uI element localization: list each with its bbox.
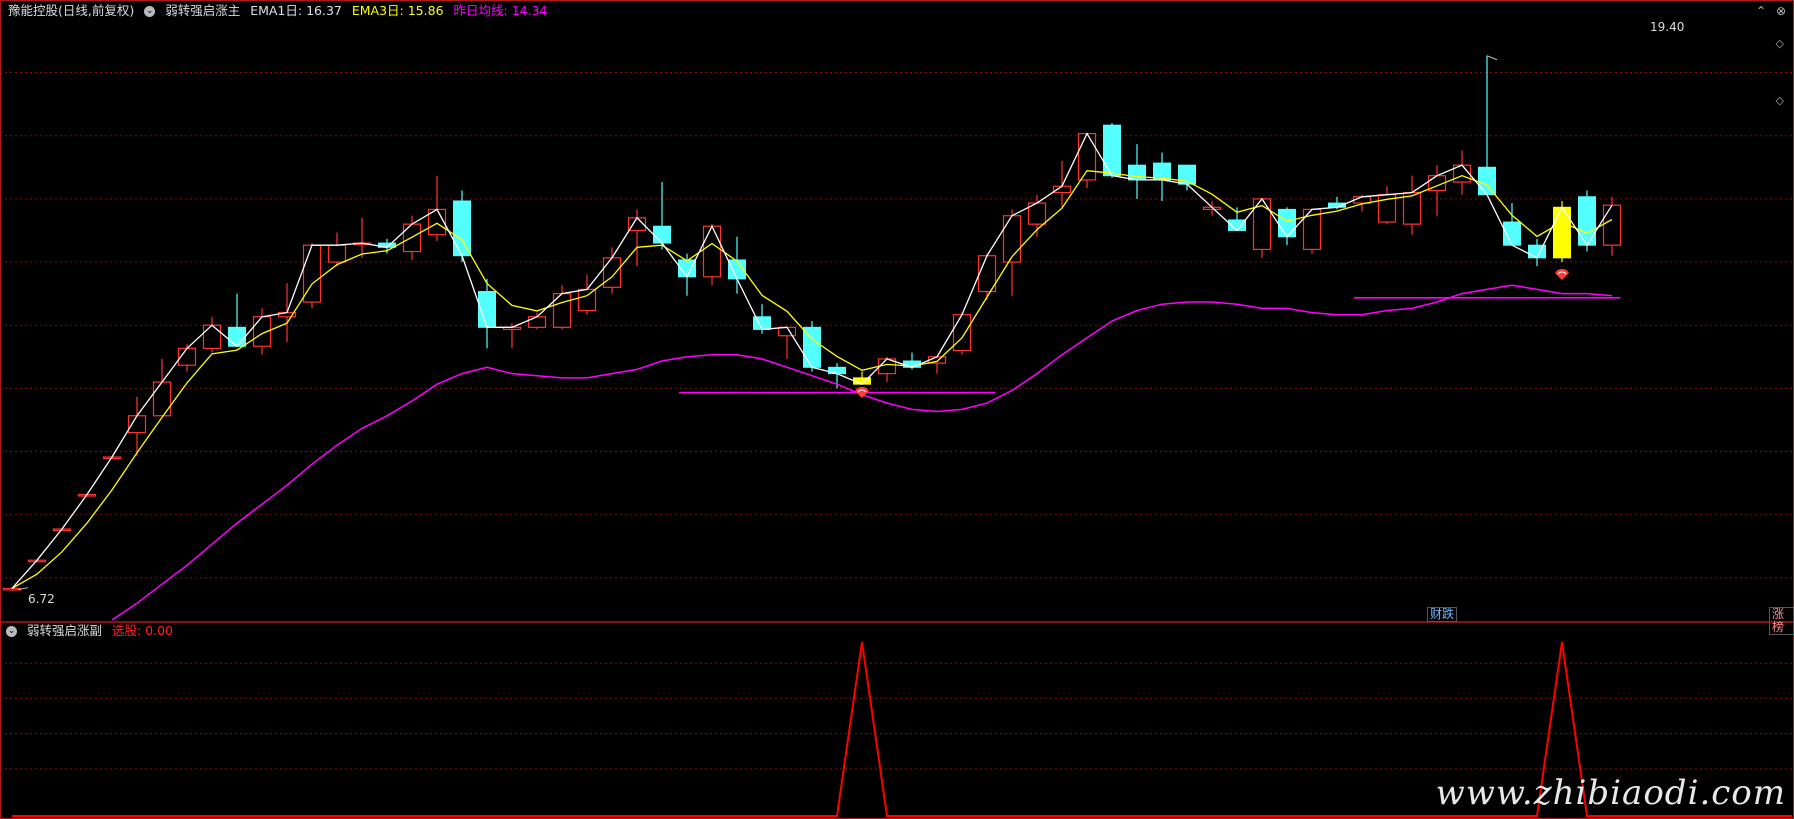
badge-right[interactable]: 涨榜 — [1769, 607, 1794, 635]
up-arrow-icon[interactable]: ⌃ — [1756, 4, 1766, 18]
stock-name[interactable]: 豫能控股(日线,前复权) — [8, 3, 134, 18]
corner-icons: ⌃ ⊗ — [1750, 4, 1786, 18]
avg-line — [111, 284, 1613, 621]
chevron-down-icon[interactable]: ⌄ — [144, 6, 156, 17]
candle-body — [1578, 196, 1596, 246]
chart-canvas[interactable] — [0, 0, 1794, 819]
candle-body — [1002, 215, 1022, 263]
ema1-label: EMA1日: 16.37 — [250, 3, 342, 18]
low-price-label: 6.72 — [28, 592, 55, 606]
candle-body — [653, 225, 671, 244]
chart-border — [0, 0, 1794, 819]
candle-body — [127, 415, 147, 434]
candle-body — [1478, 166, 1496, 196]
candle-body — [777, 326, 797, 337]
candle-body — [327, 244, 347, 263]
candle-body — [202, 324, 222, 349]
watermark: www.zhibiaodi.com — [1435, 773, 1786, 813]
close-icon[interactable]: ⊗ — [1776, 4, 1786, 18]
candle-body — [602, 257, 622, 288]
sub-header: ⌄ 弱转强启涨副 选股: 0.00 — [6, 622, 179, 640]
candle-body — [152, 381, 172, 417]
high-price-label: 19.40 — [1650, 20, 1685, 34]
sub-indicator-name[interactable]: 弱转强启涨副 — [27, 623, 102, 638]
diamond-icon[interactable]: ◇ — [1776, 94, 1784, 107]
candle-body — [1553, 206, 1571, 259]
signal-icon — [1555, 268, 1569, 281]
candle-body — [702, 225, 722, 278]
chevron-down-icon[interactable]: ⌄ — [6, 626, 17, 637]
ema3-label: EMA3日: 15.86 — [351, 3, 444, 18]
candle-body — [1128, 164, 1146, 181]
candle-body — [2, 587, 22, 591]
candle-body — [228, 326, 246, 347]
badge-left[interactable]: 财跌 — [1427, 607, 1458, 622]
ema3-line — [11, 170, 1613, 589]
candle-body — [1278, 208, 1296, 238]
candle-body — [1052, 185, 1072, 194]
sub-grid — [0, 662, 1794, 770]
avg-label: 昨日均线: 14.34 — [453, 3, 548, 18]
candle-body — [952, 314, 972, 352]
main-header: 豫能控股(日线,前复权) ⌄ 弱转强启涨主 EMA1日: 16.37 EMA3日… — [8, 2, 554, 20]
candle-body — [577, 288, 597, 312]
signal-label: 选股: 0.00 — [111, 623, 174, 638]
candle-body — [1602, 204, 1622, 246]
indicator-name[interactable]: 弱转强启涨主 — [165, 3, 240, 18]
candle-body — [1077, 132, 1097, 181]
candle-body — [1103, 124, 1121, 177]
candle-body — [527, 316, 547, 328]
candle-body — [453, 200, 471, 257]
diamond-icon[interactable]: ◇ — [1776, 37, 1784, 50]
high-marker — [1486, 55, 1498, 61]
